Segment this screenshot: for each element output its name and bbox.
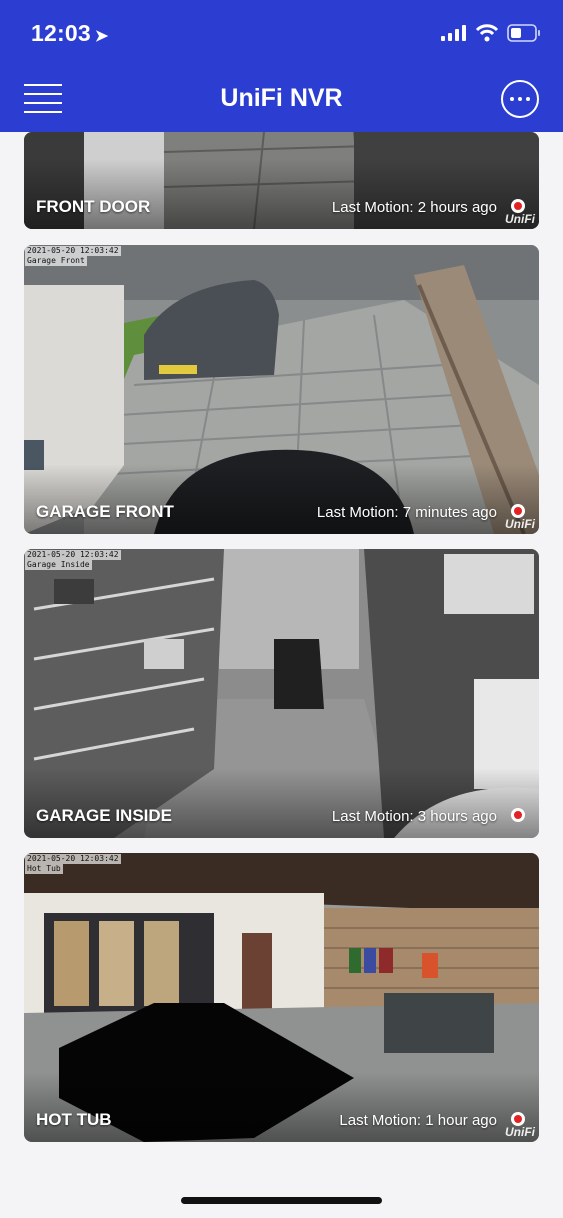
page-title: UniFi NVR xyxy=(220,84,343,112)
status-time: 12:03 ➤ xyxy=(31,20,108,47)
last-motion-text: Last Motion: 1 hour ago xyxy=(339,1112,497,1129)
unifi-logo: UniFi xyxy=(505,517,535,531)
more-options-icon[interactable] xyxy=(501,80,539,118)
caption-gradient xyxy=(24,464,539,534)
recording-indicator-icon xyxy=(511,1112,525,1126)
camera-card-hot-tub[interactable]: 2021-05-20 12:03:42 Hot Tub HOT TUB Last… xyxy=(24,853,539,1142)
feed-timestamp: 2021-05-20 12:03:42 xyxy=(25,854,121,864)
clock-text: 12:03 xyxy=(31,20,91,46)
camera-name: HOT TUB xyxy=(36,1110,112,1129)
feed-label: Hot Tub xyxy=(25,864,63,874)
caption-gradient xyxy=(24,1072,539,1142)
camera-name: GARAGE INSIDE xyxy=(36,806,173,825)
recording-indicator-icon xyxy=(511,199,525,213)
last-motion-text: Last Motion: 7 minutes ago xyxy=(316,504,497,521)
recording-indicator-icon xyxy=(511,808,525,822)
status-icons xyxy=(441,24,541,42)
home-indicator[interactable] xyxy=(181,1197,382,1204)
battery-icon xyxy=(507,24,540,42)
feed-timestamp: 2021-05-20 12:03:42 xyxy=(25,246,121,256)
unifi-logo: UniFi xyxy=(505,212,535,226)
camera-card-garage-front[interactable]: 2021-05-20 12:03:42 Garage Front GARAGE … xyxy=(24,245,539,534)
feed-label: Garage Front xyxy=(25,256,87,266)
last-motion-text: Last Motion: 3 hours ago xyxy=(331,808,497,825)
app-header: 12:03 ➤ UniFi NVR xyxy=(0,0,563,132)
unifi-logo: UniFi xyxy=(505,1125,535,1139)
camera-card-front-door[interactable]: FRONT DOOR Last Motion: 2 hours ago UniF… xyxy=(24,132,539,229)
caption-gradient xyxy=(24,159,539,229)
feed-timestamp: 2021-05-20 12:03:42 xyxy=(25,550,121,560)
camera-name: GARAGE FRONT xyxy=(36,502,174,521)
caption-gradient xyxy=(24,768,539,838)
recording-indicator-icon xyxy=(511,504,525,518)
location-arrow-icon: ➤ xyxy=(94,28,109,45)
last-motion-text: Last Motion: 2 hours ago xyxy=(331,199,497,216)
cellular-signal-icon xyxy=(441,25,466,41)
feed-label: Garage Inside xyxy=(25,560,92,570)
camera-name: FRONT DOOR xyxy=(36,197,151,216)
camera-card-garage-inside[interactable]: 2021-05-20 12:03:42 Garage Inside GARAGE… xyxy=(24,549,539,838)
wifi-icon xyxy=(475,24,499,42)
